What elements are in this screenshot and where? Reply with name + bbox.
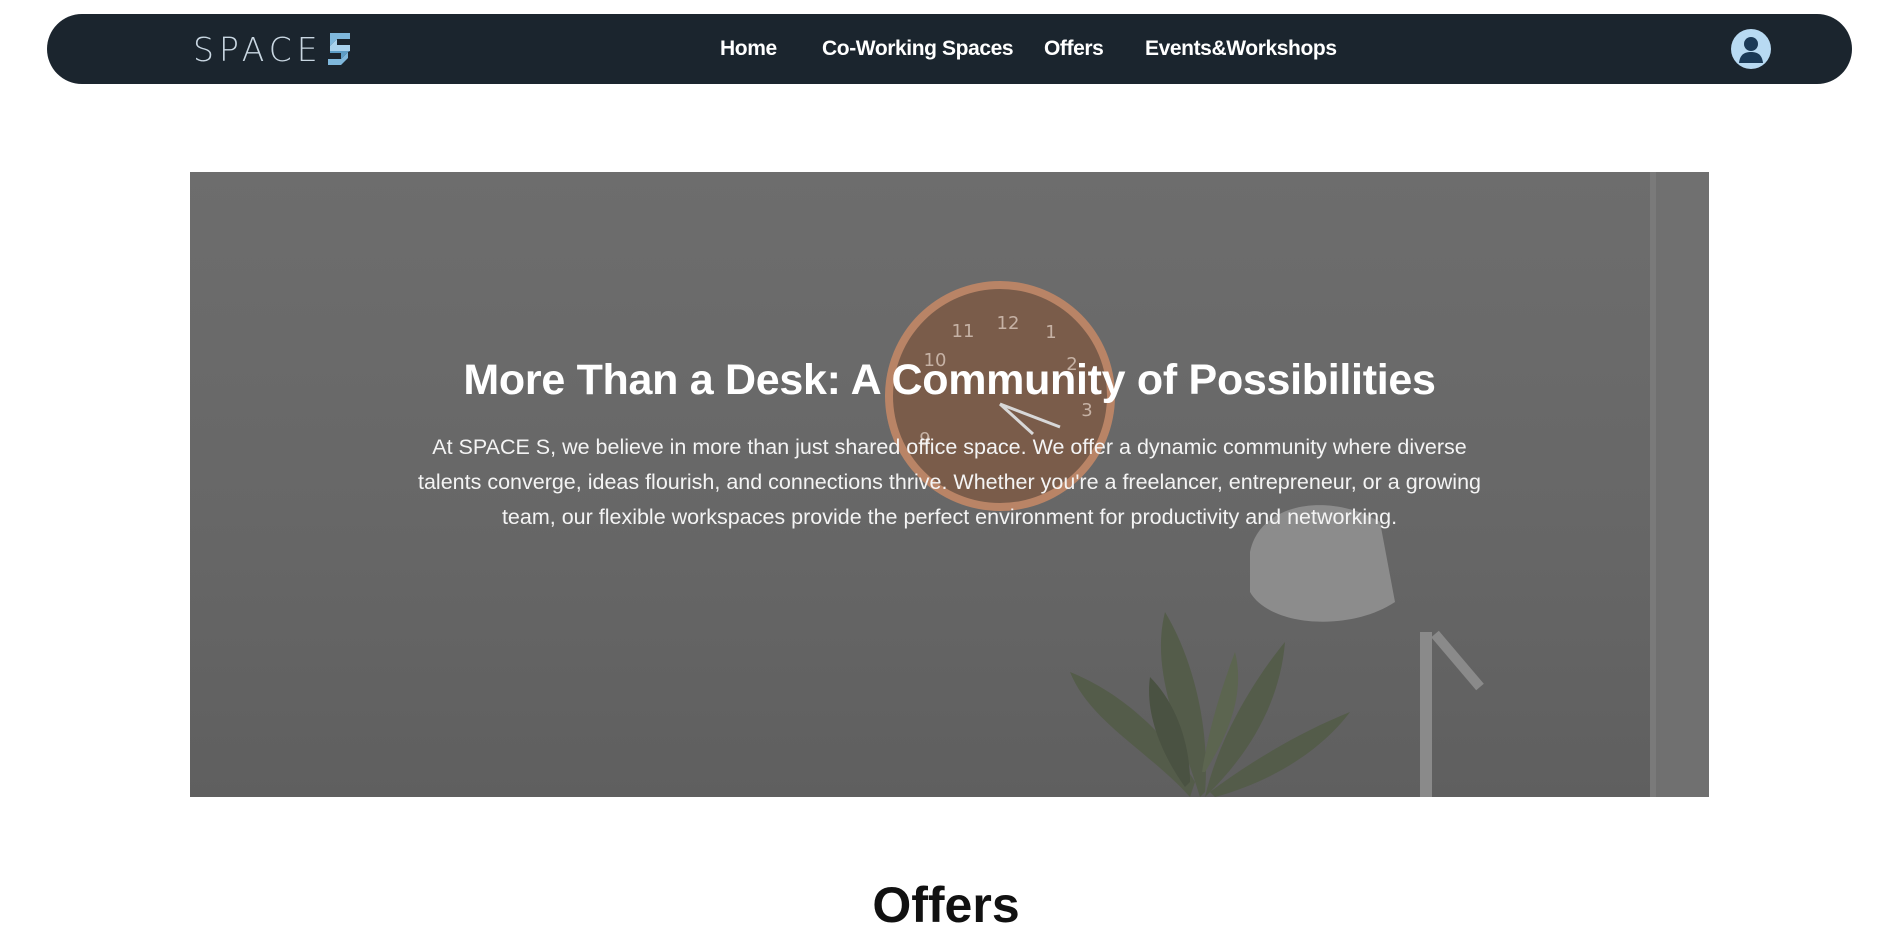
user-avatar-button[interactable] bbox=[1731, 29, 1771, 69]
nav-link-offers[interactable]: Offers bbox=[1044, 14, 1104, 84]
offers-section-title: Offers bbox=[872, 877, 1020, 933]
clock-numeral: 12 bbox=[997, 313, 1020, 334]
hero-description: At SPACE S, we believe in more than just… bbox=[418, 435, 1481, 529]
nav-links: Home Co-Working Spaces Offers Events&Wor… bbox=[47, 14, 1852, 84]
clock-numeral: 1 bbox=[1045, 322, 1056, 343]
nav-link-events-workshops[interactable]: Events&Workshops bbox=[1145, 14, 1337, 84]
plant-illustration bbox=[1070, 612, 1350, 797]
user-circle-icon bbox=[1739, 37, 1763, 63]
nav-link-coworking-spaces[interactable]: Co-Working Spaces bbox=[822, 14, 1014, 84]
top-navbar: SPACE Home Co-Working Spaces Offers Even… bbox=[47, 14, 1852, 84]
nav-link-home[interactable]: Home bbox=[720, 14, 777, 84]
hero-title: More Than a Desk: A Community of Possibi… bbox=[463, 356, 1436, 404]
hero-banner: 12 11 1 10 2 9 3 More Than a Desk: A Com… bbox=[190, 172, 1709, 797]
clock-numeral: 11 bbox=[952, 321, 975, 342]
